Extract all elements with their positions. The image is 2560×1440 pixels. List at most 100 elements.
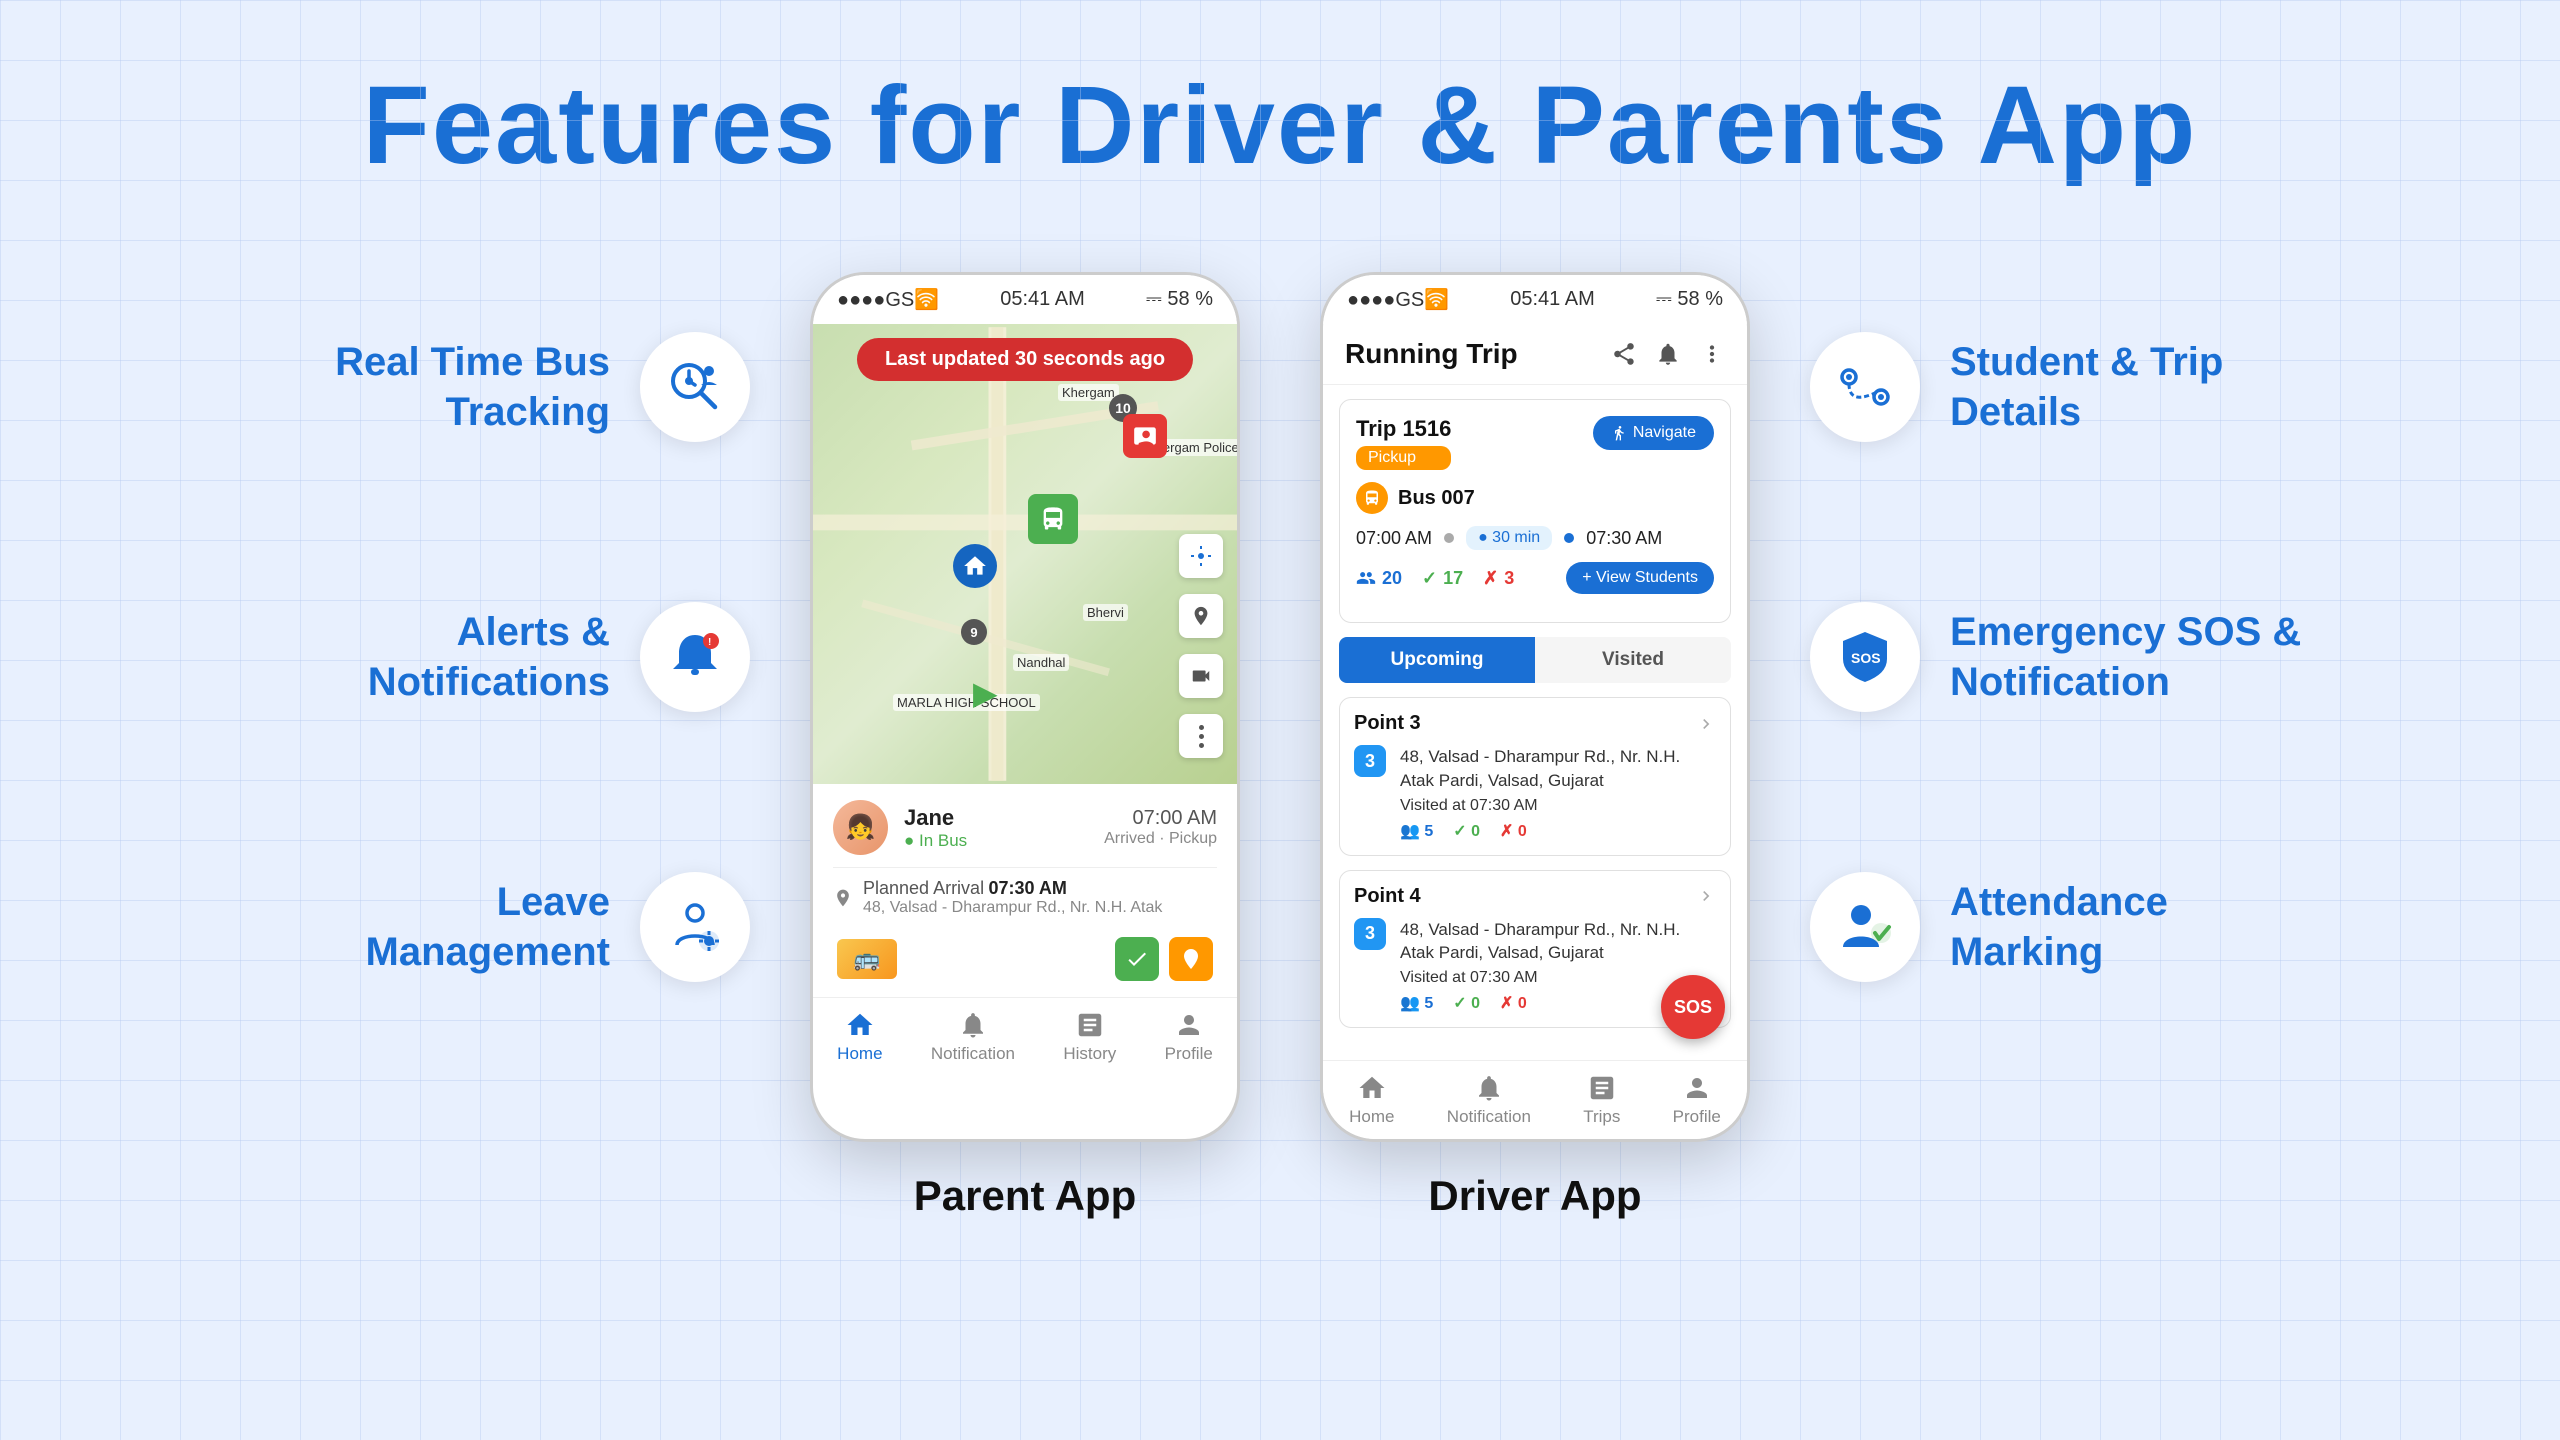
alert-btn[interactable] bbox=[1169, 937, 1213, 981]
view-students-btn[interactable]: + View Students bbox=[1566, 562, 1714, 594]
leave-icon-circle bbox=[640, 872, 750, 982]
tab-bar: Upcoming Visited bbox=[1339, 637, 1731, 683]
bell-driver-icon[interactable] bbox=[1655, 341, 1681, 367]
running-trip-title: Running Trip bbox=[1345, 338, 1518, 370]
features-right: Student & Trip Details Emergency SOS & N… bbox=[1810, 272, 2310, 982]
map-video-btn[interactable] bbox=[1179, 654, 1223, 698]
p4-total: 👥 5 bbox=[1400, 993, 1433, 1013]
nav-home[interactable]: Home bbox=[837, 1010, 882, 1064]
bus-icon-sm bbox=[1356, 482, 1388, 514]
bus-info-row: Bus 007 bbox=[1356, 482, 1714, 514]
point-3-body: 3 48, Valsad - Dharampur Rd., Nr. N.H. A… bbox=[1354, 745, 1716, 841]
driver-nav-home[interactable]: Home bbox=[1349, 1073, 1394, 1127]
map-label-nandhal: Nandhal bbox=[1013, 654, 1069, 671]
map-label-marla: MARLA HIGH SCHOOL bbox=[893, 694, 1040, 711]
map-label-bhervi: Bhervi bbox=[1083, 604, 1128, 621]
driver-signal: ●●●●GS🛜 bbox=[1347, 287, 1449, 312]
map-roads-svg bbox=[813, 324, 1237, 784]
sos-shield-icon: SOS bbox=[1835, 627, 1895, 687]
parent-status-bar: ●●●●GS🛜 05:41 AM ⎓ 58 % bbox=[813, 275, 1237, 324]
chevron-right-3[interactable] bbox=[1696, 714, 1716, 734]
chevron-right-4[interactable] bbox=[1696, 886, 1716, 906]
parent-bottom-nav: Home Notification History Profile bbox=[813, 997, 1237, 1076]
feature-label-real-time: Real Time Bus Tracking bbox=[335, 337, 610, 437]
driver-nav-notification[interactable]: Notification bbox=[1447, 1073, 1531, 1127]
checkin-btn[interactable] bbox=[1115, 937, 1159, 981]
student-status: ● In Bus bbox=[904, 831, 967, 851]
point-3-num: 3 bbox=[1354, 745, 1386, 777]
point-3-detail: 48, Valsad - Dharampur Rd., Nr. N.H. Ata… bbox=[1400, 745, 1716, 841]
features-left: Real Time Bus Tracking Alerts & Notifica… bbox=[250, 272, 750, 982]
feature-alerts: Alerts & Notifications ! bbox=[368, 602, 750, 712]
map-dots-btn[interactable] bbox=[1179, 714, 1223, 758]
driver-nav-profile[interactable]: Profile bbox=[1673, 1073, 1721, 1127]
tab-visited[interactable]: Visited bbox=[1535, 637, 1731, 683]
sos-button[interactable]: SOS bbox=[1661, 975, 1725, 1039]
driver-phone-frame: ●●●●GS🛜 05:41 AM ⎓ 58 % Running Trip bbox=[1320, 272, 1750, 1142]
driver-battery: ⎓ 58 % bbox=[1656, 288, 1723, 311]
map-label-khergam: Khergam bbox=[1058, 384, 1119, 401]
header-icons bbox=[1611, 341, 1725, 367]
student-avatar: 👧 bbox=[833, 800, 888, 855]
point-3-title: Point 3 bbox=[1354, 712, 1421, 735]
phones-area: ●●●●GS🛜 05:41 AM ⎓ 58 % bbox=[810, 272, 1750, 1220]
p4-present: ✓ 0 bbox=[1453, 993, 1480, 1013]
trip-info: Trip 1516 Pickup bbox=[1356, 416, 1451, 470]
bus-number: Bus 007 bbox=[1398, 487, 1475, 510]
driver-app-label: Driver App bbox=[1428, 1172, 1641, 1220]
action-buttons bbox=[1115, 937, 1213, 981]
map-num-9: 9 bbox=[961, 619, 987, 645]
nav-notification[interactable]: Notification bbox=[931, 1010, 1015, 1064]
feature-sos: Emergency SOS & Notification SOS bbox=[1810, 602, 2301, 712]
map-location-btn[interactable] bbox=[1179, 534, 1223, 578]
count-absent: ✗ 3 bbox=[1483, 568, 1514, 589]
driver-nav-trips[interactable]: Trips bbox=[1583, 1073, 1620, 1127]
feature-trip-details: Student & Trip Details bbox=[1810, 332, 2223, 442]
attendance-icon-circle bbox=[1810, 872, 1920, 982]
trip-number: Trip 1516 bbox=[1356, 416, 1451, 442]
svg-text:SOS: SOS bbox=[1851, 650, 1881, 666]
feature-label-attendance: Attendance Marking bbox=[1950, 877, 2310, 977]
driver-app-wrapper: ●●●●GS🛜 05:41 AM ⎓ 58 % Running Trip bbox=[1320, 272, 1750, 1220]
p3-present: ✓ 0 bbox=[1453, 821, 1480, 841]
hands-gear-icon bbox=[665, 897, 725, 957]
battery-right: ⎓ 58 % bbox=[1146, 288, 1213, 311]
last-updated-bar: Last updated 30 seconds ago bbox=[857, 338, 1193, 381]
student-name: Jane bbox=[904, 805, 967, 831]
time-center: 05:41 AM bbox=[1000, 288, 1085, 311]
tab-upcoming[interactable]: Upcoming bbox=[1339, 637, 1535, 683]
trip-top: Trip 1516 Pickup Navigate bbox=[1356, 416, 1714, 470]
count-total: 20 bbox=[1356, 568, 1402, 589]
sos-icon-circle: SOS bbox=[1810, 602, 1920, 712]
alerts-icon-circle: ! bbox=[640, 602, 750, 712]
clock-search-icon bbox=[665, 357, 725, 417]
p4-absent: ✗ 0 bbox=[1500, 993, 1527, 1013]
parent-bottom-card: 👧 Jane ● In Bus 07:00 AM Arrived · Picku… bbox=[813, 784, 1237, 997]
p3-absent: ✗ 0 bbox=[1500, 821, 1527, 841]
feature-label-leave: Leave Management bbox=[250, 877, 610, 977]
feature-leave: Leave Management bbox=[250, 872, 750, 982]
real-time-icon-circle bbox=[640, 332, 750, 442]
map-home-marker bbox=[953, 544, 997, 588]
map-person-btn[interactable] bbox=[1179, 594, 1223, 638]
parent-map: Last updated 30 seconds ago Khergam Kher… bbox=[813, 324, 1237, 784]
svg-text:!: ! bbox=[708, 637, 711, 648]
map-arrow: ▶ bbox=[973, 674, 998, 712]
trip-details-icon-circle bbox=[1810, 332, 1920, 442]
p3-total: 👥 5 bbox=[1400, 821, 1433, 841]
driver-header: Running Trip bbox=[1323, 324, 1747, 385]
bus-thumb-1: 🚌 bbox=[837, 939, 897, 979]
nav-history[interactable]: History bbox=[1063, 1010, 1116, 1064]
nav-profile[interactable]: Profile bbox=[1165, 1010, 1213, 1064]
more-options-icon[interactable] bbox=[1699, 341, 1725, 367]
share-icon[interactable] bbox=[1611, 341, 1637, 367]
person-check-icon bbox=[1835, 897, 1895, 957]
time-row: 07:00 AM ● 30 min 07:30 AM bbox=[1356, 526, 1714, 550]
driver-time: 05:41 AM bbox=[1510, 288, 1595, 311]
feature-real-time: Real Time Bus Tracking bbox=[335, 332, 750, 442]
navigate-btn[interactable]: Navigate bbox=[1593, 416, 1714, 450]
arrived-label: Arrived · Pickup bbox=[1104, 830, 1217, 848]
page-title: Features for Driver & Parents App bbox=[0, 0, 2560, 192]
map-red-marker bbox=[1123, 414, 1167, 458]
parent-app-wrapper: ●●●●GS🛜 05:41 AM ⎓ 58 % bbox=[810, 272, 1240, 1220]
